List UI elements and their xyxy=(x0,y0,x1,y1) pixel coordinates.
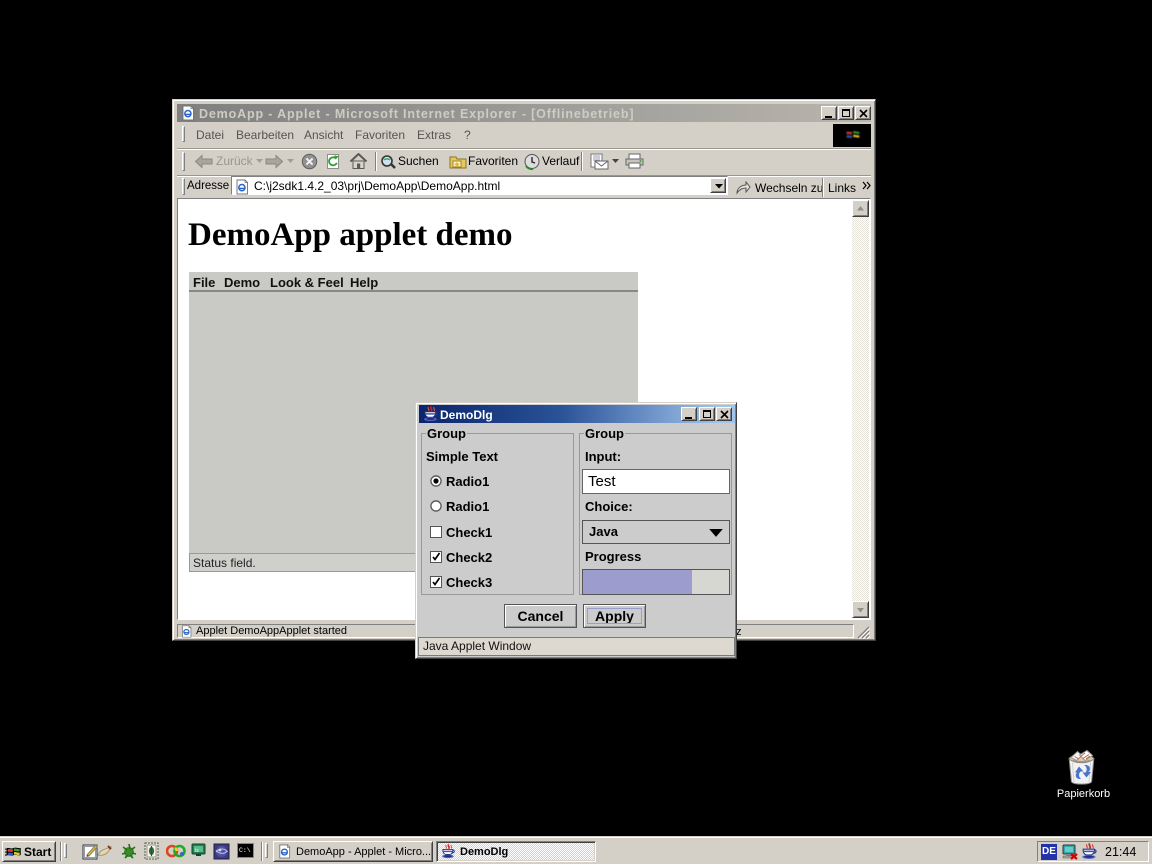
svg-text:tz: tz xyxy=(195,848,199,854)
svg-text:C:\: C:\ xyxy=(239,847,251,854)
